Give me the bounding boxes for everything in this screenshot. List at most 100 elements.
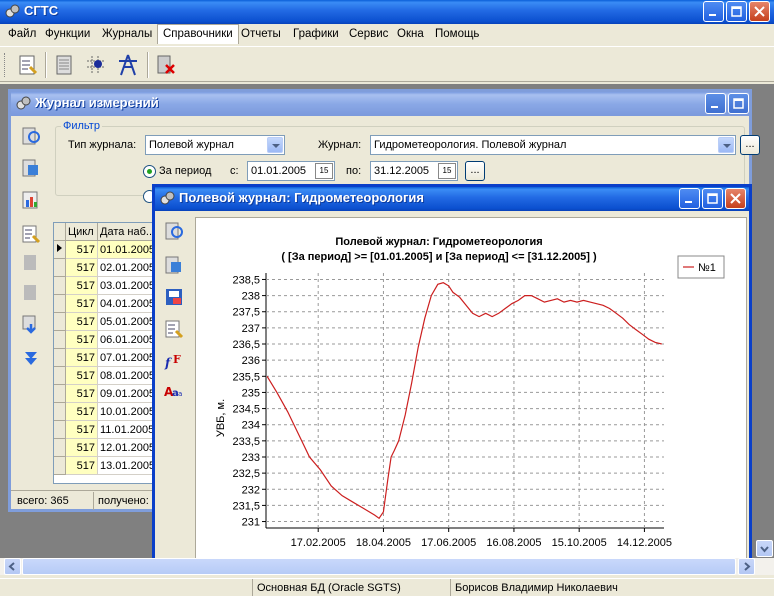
chevron-down-icon[interactable] — [718, 137, 734, 153]
calendar-icon[interactable]: 15 — [438, 163, 456, 179]
scroll-left-arrow[interactable] — [4, 558, 21, 575]
y-tick-label: 235,5 — [232, 371, 260, 383]
journal-combo[interactable]: Гидрометеорология. Полевой журнал — [370, 135, 736, 155]
row-indicator[interactable] — [54, 277, 66, 295]
chart-icon[interactable] — [21, 190, 41, 210]
row-indicator[interactable] — [54, 313, 66, 331]
row-indicator[interactable] — [54, 403, 66, 421]
row-indicator[interactable] — [54, 295, 66, 313]
row-pointer-icon[interactable] — [54, 241, 66, 259]
menu-functions[interactable]: Функции — [40, 24, 95, 44]
cell-cycle[interactable]: 517 — [66, 241, 98, 259]
chevron-down-icon[interactable] — [267, 137, 283, 153]
table-row[interactable]: 517 02.01.2005 — [54, 259, 162, 277]
checklist-icon[interactable] — [164, 319, 184, 339]
calendar-icon[interactable]: 15 — [315, 163, 333, 179]
cell-cycle[interactable]: 517 — [66, 295, 98, 313]
y-tick-label: 231 — [242, 517, 260, 529]
horizontal-scrollbar[interactable] — [0, 540, 774, 575]
journal-type-combo[interactable]: Полевой журнал — [145, 135, 285, 155]
export-icon[interactable] — [164, 255, 184, 275]
menu-file[interactable]: Файл — [3, 24, 41, 44]
journal-maximize-button[interactable] — [728, 93, 749, 114]
journal-title-bar[interactable]: Журнал измерений — [11, 92, 749, 116]
table-row[interactable]: 517 11.01.2005 — [54, 421, 162, 439]
maximize-button[interactable] — [726, 1, 747, 22]
cell-cycle[interactable]: 517 — [66, 313, 98, 331]
scroll-down-arrow[interactable] — [756, 540, 773, 557]
table-row[interactable]: 517 01.01.2005 — [54, 241, 162, 259]
column-header-cycle[interactable]: Цикл — [66, 223, 98, 241]
edit-checklist-icon[interactable] — [16, 53, 40, 77]
cell-cycle[interactable]: 517 — [66, 277, 98, 295]
cell-cycle[interactable]: 517 — [66, 457, 98, 475]
menu-service[interactable]: Сервис — [344, 24, 393, 44]
menu-reports[interactable]: Отчеты — [236, 24, 286, 44]
to-date-value: 31.12.2005 — [374, 165, 430, 177]
formula-icon[interactable]: fF — [164, 351, 184, 371]
from-date-field[interactable]: 01.01.2005 15 — [247, 161, 335, 181]
refresh-icon[interactable] — [164, 221, 184, 241]
cell-cycle[interactable]: 517 — [66, 403, 98, 421]
period-browse-button[interactable]: ... — [465, 161, 485, 181]
cell-cycle[interactable]: 517 — [66, 349, 98, 367]
row-indicator[interactable] — [54, 457, 66, 475]
table-row[interactable]: 517 09.01.2005 — [54, 385, 162, 403]
menu-help[interactable]: Помощь — [430, 24, 484, 44]
cell-cycle[interactable]: 517 — [66, 331, 98, 349]
chart-close-button[interactable] — [725, 188, 746, 209]
toolbar-grip[interactable] — [4, 53, 7, 77]
scroll-right-arrow[interactable] — [738, 558, 755, 575]
import-all-icon[interactable] — [21, 348, 41, 368]
row-indicator[interactable] — [54, 439, 66, 457]
cell-cycle[interactable]: 517 — [66, 439, 98, 457]
scroll-thumb[interactable] — [22, 558, 736, 575]
menu-charts[interactable]: Графики — [288, 24, 344, 44]
y-axis-label: УВБ, м. — [215, 399, 227, 437]
close-button[interactable] — [749, 1, 770, 22]
row-indicator[interactable] — [54, 331, 66, 349]
journal-minimize-button[interactable] — [705, 93, 726, 114]
table-row[interactable]: 517 08.01.2005 — [54, 367, 162, 385]
chart-minimize-button[interactable] — [679, 188, 700, 209]
row-indicator[interactable] — [54, 349, 66, 367]
table-row[interactable]: 517 03.01.2005 — [54, 277, 162, 295]
cell-cycle[interactable]: 517 — [66, 421, 98, 439]
minimize-button[interactable] — [703, 1, 724, 22]
to-date-field[interactable]: 31.12.2005 15 — [370, 161, 458, 181]
delete-document-icon[interactable] — [154, 53, 178, 77]
menu-references[interactable]: Справочники — [157, 24, 239, 44]
row-indicator[interactable] — [54, 367, 66, 385]
checklist-icon[interactable] — [21, 224, 41, 244]
font-icon[interactable]: Aa a — [164, 381, 184, 401]
table-row[interactable]: 517 12.01.2005 — [54, 439, 162, 457]
copy-disabled-icon[interactable] — [21, 252, 41, 272]
table-row[interactable]: 517 07.01.2005 — [54, 349, 162, 367]
document-icon[interactable] — [52, 53, 76, 77]
save-image-icon[interactable] — [164, 287, 184, 307]
grid-point-icon[interactable] — [84, 53, 108, 77]
row-indicator[interactable] — [54, 421, 66, 439]
period-radio[interactable] — [143, 165, 156, 178]
import-down-icon[interactable] — [21, 314, 41, 334]
chart-title-bar[interactable]: Полевой журнал: Гидрометеорология — [155, 187, 749, 211]
row-indicator[interactable] — [54, 385, 66, 403]
cell-cycle[interactable]: 517 — [66, 367, 98, 385]
row-indicator[interactable] — [54, 259, 66, 277]
table-row[interactable]: 517 06.01.2005 — [54, 331, 162, 349]
table-row[interactable]: 517 10.01.2005 — [54, 403, 162, 421]
refresh-icon[interactable] — [21, 126, 41, 146]
menu-journals[interactable]: Журналы — [97, 24, 157, 44]
app-title-bar[interactable]: СГТС — [0, 0, 774, 24]
chart-maximize-button[interactable] — [702, 188, 723, 209]
cell-cycle[interactable]: 517 — [66, 385, 98, 403]
cell-cycle[interactable]: 517 — [66, 259, 98, 277]
table-row[interactable]: 517 05.01.2005 — [54, 313, 162, 331]
table-row[interactable]: 517 13.01.2005 — [54, 457, 162, 475]
export-icon[interactable] — [21, 158, 41, 178]
tower-icon[interactable] — [116, 53, 140, 77]
journal-browse-button[interactable]: ... — [740, 135, 760, 155]
table-row[interactable]: 517 04.01.2005 — [54, 295, 162, 313]
paste-disabled-icon[interactable] — [21, 282, 41, 302]
menu-windows[interactable]: Окна — [392, 24, 429, 44]
